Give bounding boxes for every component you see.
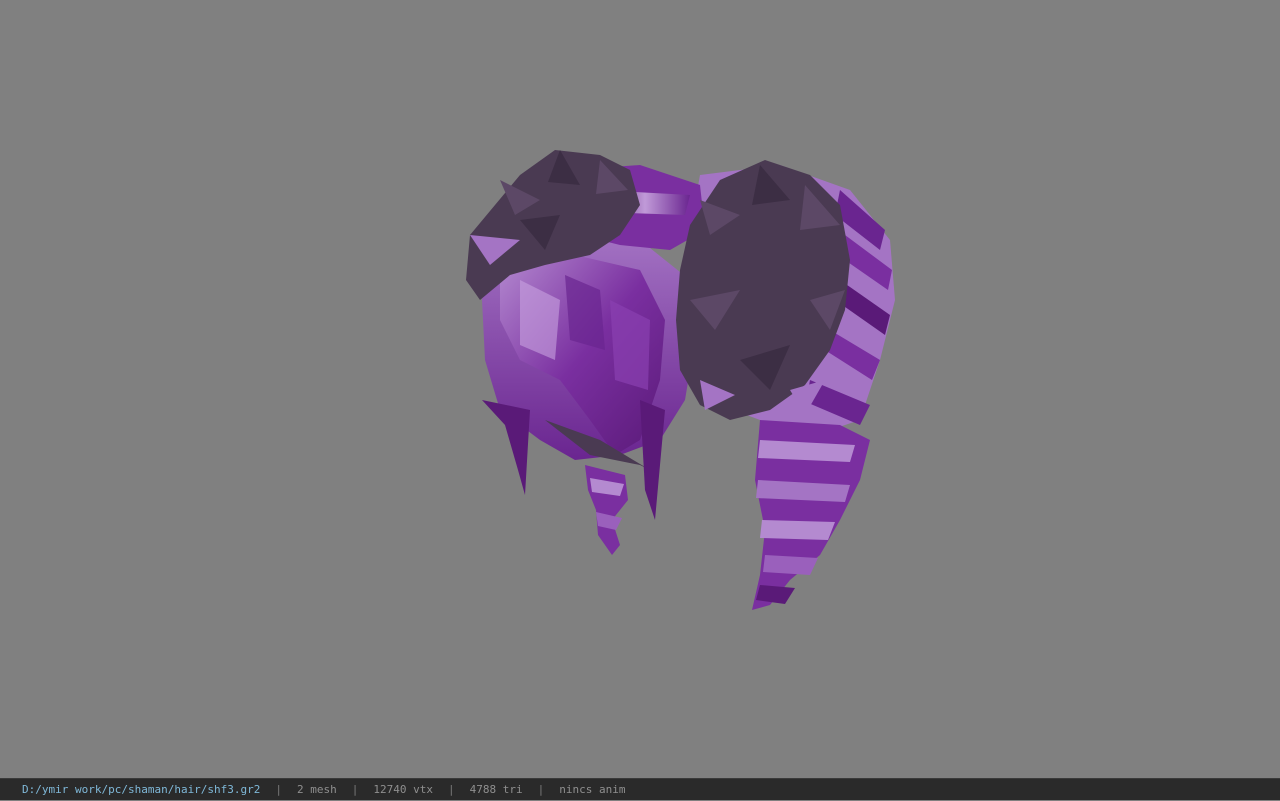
separator: | [275,783,283,796]
file-path: D:/ymir work/pc/shaman/hair/shf3.gr2 [22,783,261,796]
triangle-count: 4788 tri [469,783,523,796]
separator: | [448,783,455,796]
mesh-count: 2 mesh [297,783,337,796]
vertex-count: 12740 vtx [373,783,434,796]
hair-model-render [466,150,895,610]
3d-viewport[interactable] [0,0,1280,778]
status-bar: D:/ymir work/pc/shaman/hair/shf3.gr2 | 2 m… [0,778,1280,800]
separator: | [351,783,359,796]
separator: | [537,783,545,796]
anim-status: nincs anim [559,783,626,796]
